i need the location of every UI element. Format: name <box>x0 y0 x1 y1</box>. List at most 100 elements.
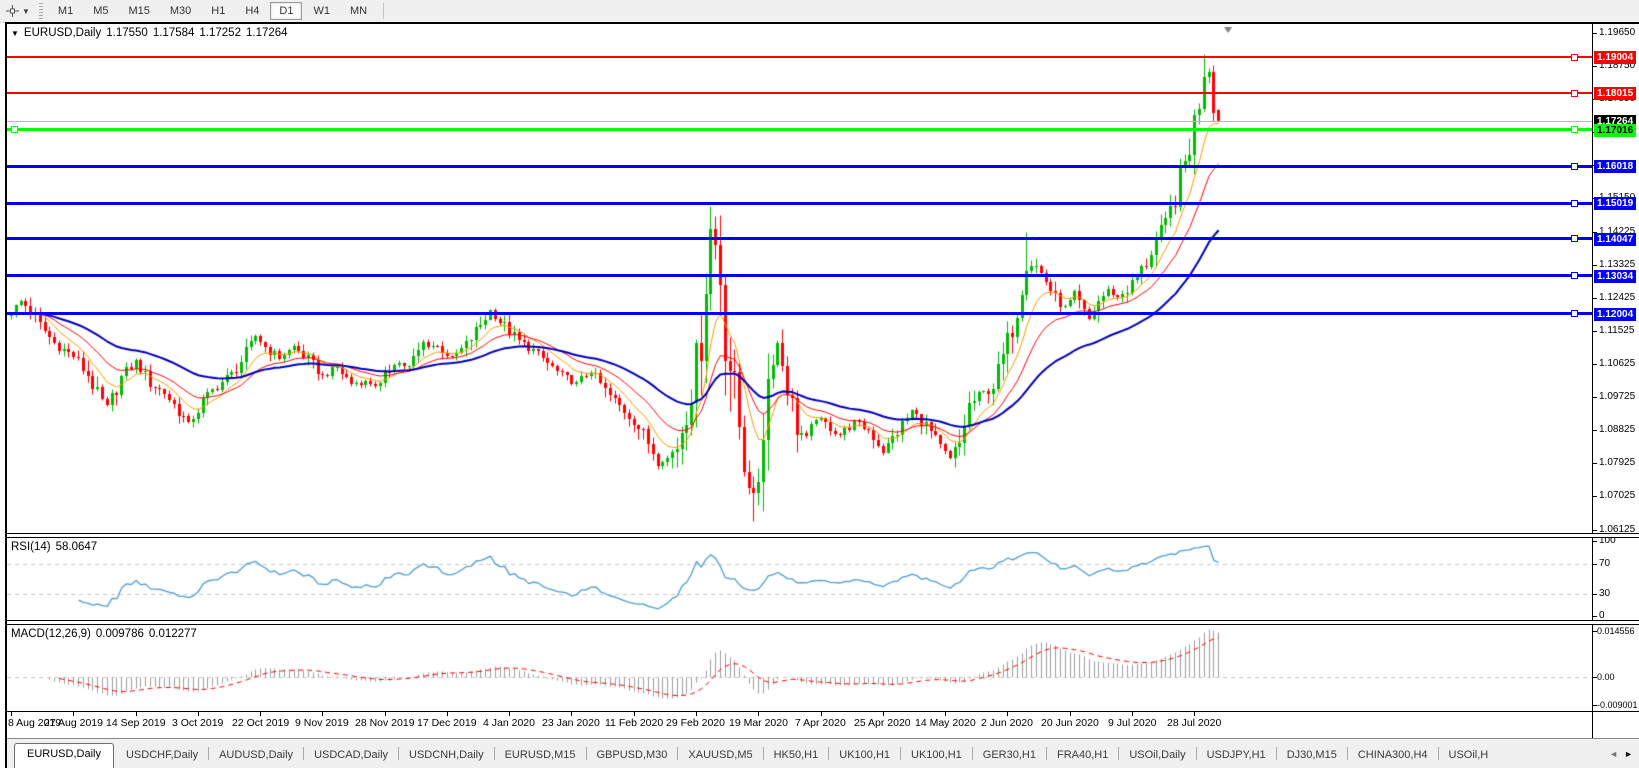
timeframe-button-h4[interactable]: H4 <box>236 2 268 20</box>
chart-window: ▼EURUSD,Daily1.175501.175841.172521.1726… <box>5 22 1639 768</box>
tab-xauusd-m5[interactable]: XAUUSD,M5 <box>678 745 762 768</box>
horizontal-level-line[interactable] <box>7 92 1592 94</box>
tab-usoil-h[interactable]: USOil,H <box>1439 745 1499 768</box>
current-price-line <box>7 121 1592 122</box>
line-handle[interactable] <box>1571 90 1578 97</box>
macd-title: MACD(12,26,9) 0.009786 0.012277 <box>11 628 202 640</box>
rsi-axis[interactable]: 10070300 <box>1592 538 1639 620</box>
timeframe-button-h1[interactable]: H1 <box>202 2 234 20</box>
macd-signal-value: 0.012277 <box>149 628 197 640</box>
price-tick-label: 1.12425 <box>1599 293 1635 303</box>
horizontal-level-line[interactable] <box>7 56 1592 58</box>
macd-tick-label: 0.00 <box>1597 672 1615 682</box>
price-plot[interactable]: ▼EURUSD,Daily1.175501.175841.172521.1726… <box>7 24 1592 533</box>
date-labels: 8 Aug 201927 Aug 201914 Sep 20193 Oct 20… <box>7 712 1592 738</box>
date-tick-label: 27 Aug 2019 <box>44 717 103 729</box>
price-tick-mark <box>1593 430 1597 431</box>
line-handle[interactable] <box>1571 235 1578 242</box>
line-handle[interactable] <box>1571 272 1578 279</box>
macd-label: MACD(12,26,9) <box>11 628 91 640</box>
tab-china300-h4[interactable]: CHINA300,H4 <box>1348 745 1438 768</box>
toolbar-grip[interactable] <box>39 3 43 19</box>
macd-axis[interactable]: 0.0145560.00-0.009001 <box>1592 625 1639 711</box>
tab-usoil-daily[interactable]: USOil,Daily <box>1119 745 1195 768</box>
date-tick-label: 28 Jul 2020 <box>1167 717 1221 729</box>
macd-canvas[interactable] <box>7 625 1592 711</box>
line-handle[interactable] <box>11 126 18 133</box>
date-tick-mark <box>571 712 572 716</box>
level-price-label: 1.17016 <box>1594 124 1636 137</box>
level-price-label: 1.14047 <box>1594 233 1636 246</box>
rsi-tick-mark <box>1593 616 1597 617</box>
tabs-scroll-right-icon[interactable]: ► <box>1621 749 1636 759</box>
date-tick-mark <box>758 712 759 716</box>
rsi-canvas[interactable] <box>7 538 1592 620</box>
horizontal-level-line[interactable] <box>7 128 1592 131</box>
date-tick-mark <box>1194 712 1195 716</box>
date-tick-label: 22 Oct 2019 <box>232 717 289 729</box>
line-handle[interactable] <box>1571 200 1578 207</box>
horizontal-level-line[interactable] <box>7 202 1592 205</box>
macd-main-value: 0.009786 <box>96 628 144 640</box>
rsi-tick-mark <box>1593 541 1597 542</box>
chart-symbol: EURUSD,Daily <box>24 27 101 39</box>
price-tick-mark <box>1593 33 1597 34</box>
horizontal-level-line[interactable] <box>7 312 1592 315</box>
level-price-label: 1.16018 <box>1594 160 1636 173</box>
tab-uk100-h1[interactable]: UK100,H1 <box>829 745 900 768</box>
horizontal-level-line[interactable] <box>7 165 1592 168</box>
price-tick-mark <box>1593 66 1597 67</box>
tab-hk50-h1[interactable]: HK50,H1 <box>764 745 829 768</box>
horizontal-level-line[interactable] <box>7 237 1592 240</box>
date-tick-label: 28 Nov 2019 <box>355 717 415 729</box>
timeframe-button-d1[interactable]: D1 <box>270 2 302 20</box>
tab-usdjpy-h1[interactable]: USDJPY,H1 <box>1197 745 1276 768</box>
line-handle[interactable] <box>1571 163 1578 170</box>
date-tick-label: 25 Apr 2020 <box>854 717 911 729</box>
rsi-tick-label: 70 <box>1599 559 1610 569</box>
level-price-label: 1.19004 <box>1594 51 1636 64</box>
timeframe-button-w1[interactable]: W1 <box>304 2 339 20</box>
price-axis[interactable]: 1.196501.187501.178501.169501.160501.151… <box>1592 24 1639 533</box>
rsi-tick-label: 30 <box>1599 589 1610 599</box>
tab-uk100-h1[interactable]: UK100,H1 <box>901 745 972 768</box>
tab-eurusd-m15[interactable]: EURUSD,M15 <box>495 745 586 768</box>
price-tick-label: 1.09725 <box>1599 392 1635 402</box>
timeframe-button-mn[interactable]: MN <box>341 2 376 20</box>
price-canvas[interactable] <box>7 24 1592 533</box>
tab-fra40-h1[interactable]: FRA40,H1 <box>1047 745 1118 768</box>
tab-audusd-daily[interactable]: AUDUSD,Daily <box>209 745 303 768</box>
tab-usdcad-daily[interactable]: USDCAD,Daily <box>304 745 398 768</box>
tabs-scroll-left-icon[interactable]: ◄ <box>1606 749 1621 759</box>
date-tick-label: 4 Jan 2020 <box>483 717 535 729</box>
macd-plot[interactable]: MACD(12,26,9) 0.009786 0.012277 <box>7 625 1592 711</box>
line-handle[interactable] <box>1571 310 1578 317</box>
timeframe-button-m5[interactable]: M5 <box>84 2 117 20</box>
date-tick-label: 7 Apr 2020 <box>795 717 846 729</box>
date-axis[interactable]: 8 Aug 201927 Aug 201914 Sep 20193 Oct 20… <box>7 711 1639 738</box>
timeframe-button-m30[interactable]: M30 <box>161 2 200 20</box>
price-tick-mark <box>1593 364 1597 365</box>
date-tick-mark <box>821 712 822 716</box>
chart-tabbar: EURUSD,DailyUSDCHF,DailyAUDUSD,DailyUSDC… <box>7 738 1639 768</box>
chevron-down-icon: ▼ <box>22 7 30 16</box>
price-tick-label: 1.19650 <box>1599 28 1635 38</box>
rsi-plot[interactable]: RSI(14)58.0647 <box>7 538 1592 620</box>
cursor-tool-button[interactable]: ▼ <box>2 3 33 19</box>
chart-menu-icon[interactable]: ▼ <box>11 29 19 38</box>
toolbar-separator <box>383 3 384 19</box>
tab-gbpusd-m30[interactable]: GBPUSD,M30 <box>587 745 678 768</box>
tab-eurusd-daily[interactable]: EURUSD,Daily <box>14 743 114 768</box>
tab-dj30-m15[interactable]: DJ30,M15 <box>1277 745 1347 768</box>
timeframe-button-m15[interactable]: M15 <box>119 2 158 20</box>
date-tick-mark <box>447 712 448 716</box>
tab-ger30-h1[interactable]: GER30,H1 <box>973 745 1046 768</box>
horizontal-level-line[interactable] <box>7 274 1592 277</box>
line-handle[interactable] <box>1571 126 1578 133</box>
line-handle[interactable] <box>1571 54 1578 61</box>
timeframe-button-m1[interactable]: M1 <box>49 2 82 20</box>
rsi-tick-label: 0 <box>1599 611 1605 620</box>
tab-usdchf-daily[interactable]: USDCHF,Daily <box>116 745 208 768</box>
tab-usdcnh-daily[interactable]: USDCNH,Daily <box>399 745 494 768</box>
date-tick-mark <box>696 712 697 716</box>
